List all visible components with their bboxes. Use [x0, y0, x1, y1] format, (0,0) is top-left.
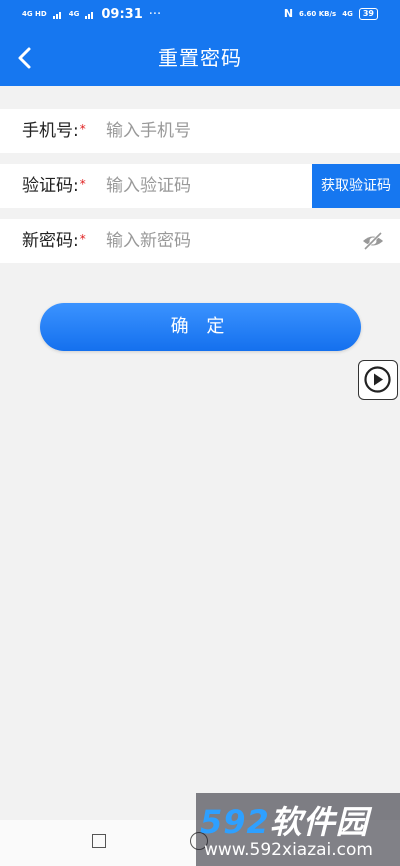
chevron-left-icon[interactable]	[12, 44, 40, 72]
watermark-url: www.592xiazai.com	[204, 840, 373, 860]
page-title: 重置密码	[158, 46, 242, 70]
required-mark: *	[79, 177, 86, 191]
code-row: 验证码:* 获取验证码	[0, 164, 400, 208]
phone-label: 手机号:*	[22, 121, 86, 141]
required-mark: *	[79, 122, 86, 136]
battery-icon: 39	[358, 7, 378, 20]
new-password-input[interactable]	[106, 227, 306, 255]
signal-indicator-1: 4G HD	[22, 10, 47, 18]
get-code-button[interactable]: 获取验证码	[312, 164, 400, 208]
watermark-logo: 592软件园	[200, 803, 369, 841]
signal-indicator-2: 4G	[68, 10, 80, 18]
signal-bars-icon	[85, 10, 95, 19]
phone-input[interactable]	[106, 117, 306, 145]
more-notifications: ···	[148, 7, 162, 22]
status-bar: 4G HD 4G 09:31 ··· N 6.60 KB/s 4G 39	[0, 0, 400, 30]
top-app-bar: 重置密码	[0, 30, 400, 86]
signal-indicator-3: 4G	[342, 9, 353, 18]
code-label: 验证码:*	[22, 176, 86, 196]
confirm-button[interactable]: 确 定	[40, 303, 361, 351]
nfc-icon: N	[283, 7, 294, 20]
network-speed: 6.60 KB/s	[299, 9, 337, 18]
play-circle-icon	[364, 366, 391, 393]
eye-off-icon[interactable]	[362, 231, 384, 251]
password-label: 新密码:*	[22, 231, 86, 251]
signal-bars-icon	[52, 10, 63, 19]
watermark: 592软件园 www.592xiazai.com	[196, 793, 400, 866]
status-time: 09:31	[101, 7, 143, 22]
password-row: 新密码:*	[0, 219, 400, 263]
square-icon[interactable]	[92, 834, 106, 848]
floating-video-button[interactable]	[358, 360, 398, 400]
required-mark: *	[79, 232, 86, 246]
phone-row: 手机号:*	[0, 109, 400, 153]
code-input[interactable]	[106, 172, 296, 200]
